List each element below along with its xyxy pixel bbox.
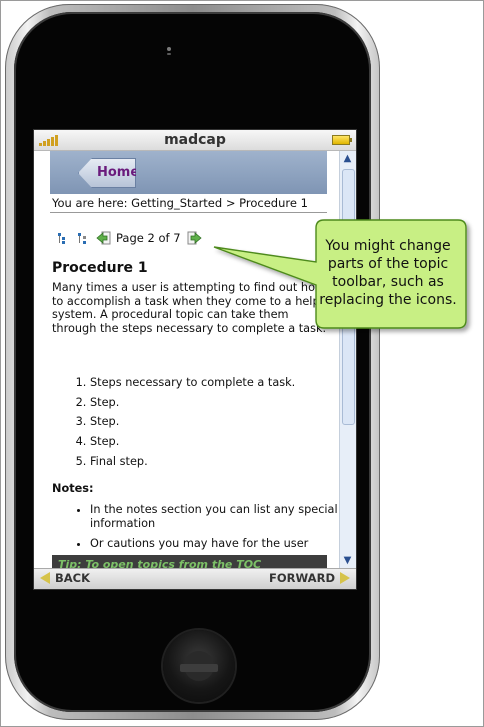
breadcrumb-divider bbox=[50, 212, 327, 213]
scroll-down-icon[interactable]: ▼ bbox=[341, 554, 354, 568]
list-item: Or cautions you may have for the user bbox=[90, 537, 339, 551]
previous-topic-icon[interactable] bbox=[96, 231, 111, 245]
callout-text: You might change parts of the topic tool… bbox=[319, 238, 457, 308]
notes-heading: Notes: bbox=[52, 482, 94, 495]
home-button[interactable]: Home bbox=[78, 158, 136, 188]
carrier-name: madcap bbox=[164, 132, 226, 148]
forward-button[interactable]: FORWARD bbox=[269, 571, 350, 585]
battery-icon bbox=[332, 135, 352, 145]
phone-screen: madcap Home You are here: Getting_Starte… bbox=[33, 129, 357, 590]
notes-list: In the notes section you can list any sp… bbox=[52, 503, 339, 558]
back-arrow-icon bbox=[40, 572, 50, 584]
list-item: Step. bbox=[90, 412, 295, 432]
steps-list: Steps necessary to complete a task. Step… bbox=[52, 373, 295, 471]
forward-label: FORWARD bbox=[269, 571, 335, 585]
tip-box: Tip: To open topics from the TOC bbox=[52, 555, 327, 569]
scroll-up-icon[interactable]: ▲ bbox=[341, 152, 354, 166]
list-item: Step. bbox=[90, 393, 295, 413]
bottom-navbar: BACK FORWARD bbox=[34, 568, 356, 589]
phone-home-button[interactable] bbox=[163, 630, 235, 702]
list-item: Final step. bbox=[90, 452, 295, 472]
back-label: BACK bbox=[55, 571, 91, 585]
earpiece-slot bbox=[167, 53, 171, 55]
breadcrumb: You are here: Getting_Started > Procedur… bbox=[52, 196, 308, 210]
list-item: In the notes section you can list any sp… bbox=[90, 503, 339, 530]
page-indicator: Page 2 of 7 bbox=[116, 231, 181, 245]
earpiece-dot bbox=[167, 47, 171, 51]
home-button-glyph bbox=[180, 664, 218, 672]
topic-toolbar: Page 2 of 7 bbox=[56, 230, 202, 246]
next-topic-icon[interactable] bbox=[187, 231, 202, 245]
status-bar: madcap bbox=[34, 130, 356, 151]
topic-title: Procedure 1 bbox=[52, 260, 148, 276]
toc-collapse-icon[interactable] bbox=[56, 231, 70, 245]
list-item: Step. bbox=[90, 432, 295, 452]
vertical-scrollbar[interactable]: ▲ ▼ bbox=[339, 151, 356, 569]
toc-expand-icon[interactable] bbox=[76, 231, 90, 245]
topic-content: Home You are here: Getting_Started > Pro… bbox=[34, 151, 339, 569]
list-item: Steps necessary to complete a task. bbox=[90, 373, 295, 393]
home-button-label: Home bbox=[97, 165, 140, 180]
back-button[interactable]: BACK bbox=[40, 571, 90, 585]
forward-arrow-icon bbox=[340, 572, 350, 584]
topic-header-band: Home bbox=[50, 151, 327, 194]
